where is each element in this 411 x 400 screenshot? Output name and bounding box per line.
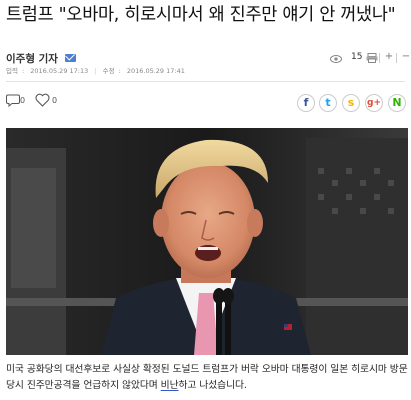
mail-icon[interactable] — [65, 54, 76, 62]
author-name[interactable]: 이주형 기자 — [6, 51, 58, 66]
modified-label: 수정 — [102, 67, 115, 75]
comment-icon[interactable] — [6, 94, 20, 107]
input-time: 2016.05.29 17:13 — [30, 67, 89, 75]
header-divider — [6, 81, 405, 82]
comment-count: 0 — [20, 96, 26, 105]
toolbar-separator — [379, 53, 380, 63]
naver-share-button[interactable]: N — [388, 94, 406, 112]
twitter-share-button[interactable]: t — [319, 94, 337, 112]
input-separator: : — [21, 67, 27, 75]
like-count: 0 — [52, 96, 58, 105]
article-headline: 트럼프 "오바마, 히로시마서 왜 진주만 얘기 안 꺼냈나" — [6, 5, 396, 25]
views-count: 15 — [351, 52, 363, 62]
font-size-up-button[interactable]: + — [381, 51, 397, 65]
heart-icon[interactable] — [35, 93, 50, 107]
font-size-down-button[interactable]: − — [398, 51, 411, 65]
modified-separator: : — [118, 67, 123, 75]
kakaostory-share-button[interactable]: s — [342, 94, 360, 112]
speaker-photo-illustration — [6, 128, 408, 355]
caption-underlined-word[interactable]: 비난 — [161, 380, 179, 391]
print-button[interactable] — [364, 51, 380, 65]
article-photo — [6, 128, 408, 355]
article-dates: 입력: 2016.05.29 17:13 | 수정: 2016.05.29 17… — [6, 65, 189, 75]
date-divider: | — [94, 67, 97, 75]
googleplus-share-button[interactable]: g+ — [365, 94, 383, 112]
photo-caption: 미국 공화당의 대선후보로 사실상 확정된 도널드 트럼프가 버락 오바마 대통… — [6, 362, 408, 394]
caption-text-end: 하고 나섰습니다. — [178, 380, 248, 391]
toolbar-separator — [396, 53, 397, 63]
modified-time: 2016.05.29 17:41 — [126, 67, 185, 75]
input-label: 입력 — [6, 67, 18, 75]
facebook-share-button[interactable]: f — [297, 94, 315, 112]
eye-icon — [330, 55, 342, 63]
